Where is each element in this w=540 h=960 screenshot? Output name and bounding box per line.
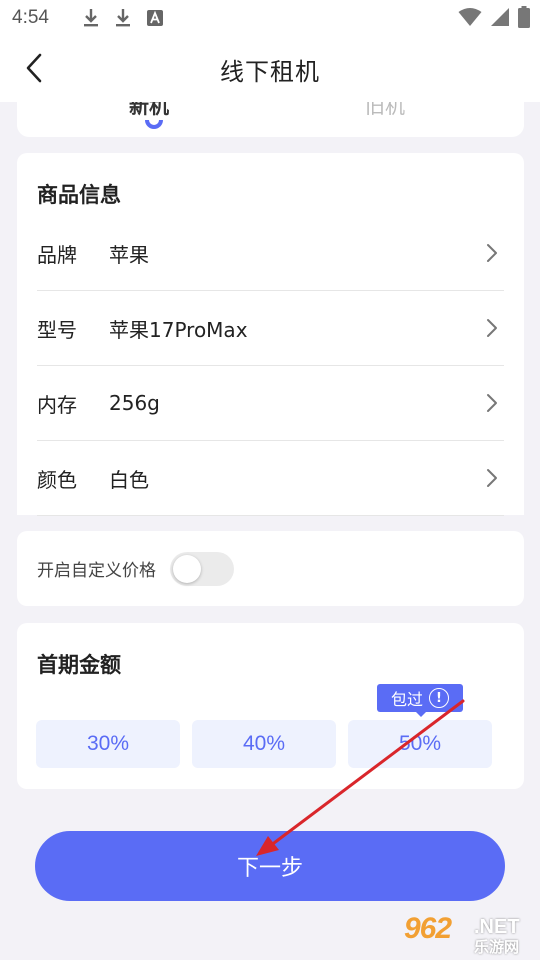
battery-icon <box>518 6 530 32</box>
memory-label: 内存 <box>37 392 77 417</box>
status-time: 4:54 <box>12 7 49 28</box>
download-icon <box>79 6 103 30</box>
chevron-left-icon <box>24 53 44 87</box>
next-button[interactable]: 下一步 <box>35 831 505 901</box>
color-row[interactable]: 颜色 白色 <box>37 441 504 516</box>
tab-new[interactable]: 新机 <box>129 102 169 119</box>
watermark-cn: 乐游网 <box>474 938 520 956</box>
chevron-right-icon <box>480 241 504 265</box>
download-icon <box>111 6 135 30</box>
color-value: 白色 <box>109 467 149 492</box>
memory-row[interactable]: 内存 256g <box>37 366 504 441</box>
guarantee-badge: 包过 ! <box>377 684 463 712</box>
badge-tail <box>415 711 427 717</box>
brand-value: 苹果 <box>109 242 149 267</box>
toggle-knob <box>173 554 201 583</box>
down-payment-card: 首期金额 包过 ! 30% 40% 50% <box>17 623 524 789</box>
page-title: 线下租机 <box>220 57 320 86</box>
badge-label: 包过 <box>390 690 423 709</box>
option-30[interactable]: 30% <box>36 720 180 768</box>
brand-row[interactable]: 品牌 苹果 <box>37 216 504 291</box>
info-icon: ! <box>429 688 449 708</box>
tab-indicator <box>145 120 163 129</box>
chevron-right-icon <box>480 316 504 340</box>
product-info-card: 商品信息 品牌 苹果 型号 苹果17ProMax 内存 256g 颜色 白色 <box>17 153 524 516</box>
custom-price-label: 开启自定义价格 <box>37 561 156 581</box>
model-row[interactable]: 型号 苹果17ProMax <box>37 291 504 366</box>
back-button[interactable] <box>14 50 54 90</box>
color-label: 颜色 <box>37 467 77 492</box>
nav-bar: 线下租机 <box>0 36 540 102</box>
chevron-right-icon <box>480 391 504 415</box>
chevron-right-icon <box>480 466 504 490</box>
model-label: 型号 <box>37 317 77 342</box>
a-icon <box>143 6 167 30</box>
product-info-title: 商品信息 <box>37 183 121 207</box>
watermark-brand: 962 <box>404 912 452 945</box>
tab-card: 新机 旧机 <box>17 102 524 137</box>
signal-icon <box>490 7 510 31</box>
option-40[interactable]: 40% <box>192 720 336 768</box>
custom-price-card: 开启自定义价格 <box>17 531 524 606</box>
watermark-logo: 962 .NET 乐游网 <box>400 912 536 956</box>
tab-used[interactable]: 旧机 <box>365 102 405 119</box>
down-payment-title: 首期金额 <box>37 653 121 677</box>
status-bar: 4:54 <box>0 0 540 36</box>
custom-price-toggle[interactable] <box>170 551 234 586</box>
option-50[interactable]: 50% <box>348 720 492 768</box>
brand-label: 品牌 <box>37 242 77 267</box>
model-value: 苹果17ProMax <box>109 317 248 342</box>
wifi-icon <box>458 7 482 31</box>
memory-value: 256g <box>109 391 160 415</box>
